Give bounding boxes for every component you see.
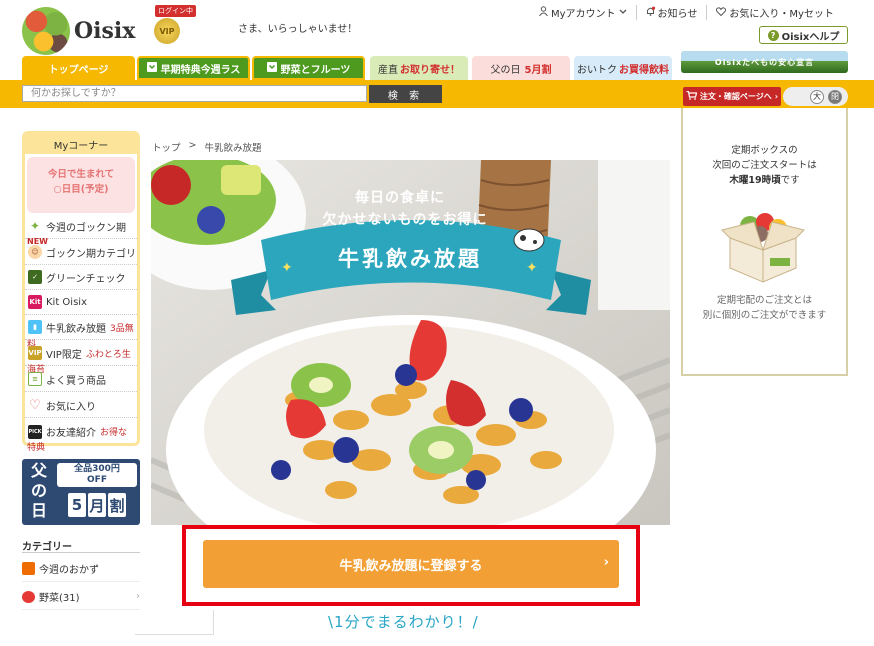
baby-icon: ☺ xyxy=(28,245,42,259)
tab-early-bonus[interactable]: 早期特典今週ラス xyxy=(137,56,250,80)
tab-local-direct[interactable]: 産直 お取り寄せ！ xyxy=(370,56,468,80)
sidebar-item-milk-plan[interactable]: ▮ 牛乳飲み放題 3品無 xyxy=(25,315,137,340)
vip-icon: VIP xyxy=(28,346,42,360)
one-minute-guide-heading: \1分でまるわかり！/ xyxy=(328,613,479,631)
sidebar-item-green-check[interactable]: ✓ グリーンチェック xyxy=(25,265,137,290)
regular-box-notice: 定期ボックスの 次回のご注文スタートは 木曜19時頃です xyxy=(712,145,817,186)
sidebar-item-gokkun-week[interactable]: ✦ 今週のゴックン期 xyxy=(25,214,137,239)
hero-subtitle-line2: 欠かせないものをお得に xyxy=(322,212,488,228)
chevron-down-icon xyxy=(266,61,277,75)
logo-text: Oisix xyxy=(74,18,136,44)
tab-fathers-day[interactable]: 父の日 5月割 xyxy=(472,56,570,80)
kit-icon: Kit xyxy=(28,295,42,309)
notifications-link[interactable]: お知らせ xyxy=(635,5,707,20)
breadcrumb-separator: > xyxy=(188,140,197,151)
vegetable-logo-icon xyxy=(22,7,70,55)
heart-icon: ♡ xyxy=(29,397,41,413)
sidebar-item-frequent[interactable]: ≡ よく買う商品 xyxy=(25,367,137,392)
hero-subtitle-line1: 毎日の食卓に xyxy=(355,190,445,206)
sidebar-item-friend-referral-tail: 特典 xyxy=(27,443,46,453)
login-status-badge: ログイン中 xyxy=(155,5,196,17)
oisix-logo[interactable]: Oisix xyxy=(22,6,137,56)
dish-icon xyxy=(22,562,35,575)
sidebar-item-kit-oisix[interactable]: Kit Kit Oisix xyxy=(25,290,137,315)
breadcrumb-current: 牛乳飲み放題 xyxy=(204,143,262,154)
favorites-link[interactable]: お気に入り・Myセット xyxy=(706,5,843,20)
breadcrumb: トップ > 牛乳飲み放題 xyxy=(152,140,262,154)
hero-title: 牛乳飲み放題 xyxy=(338,247,482,271)
individual-order-notice: 定期宅配のご注文とは 別に個別のご注文ができます xyxy=(702,295,827,321)
breadcrumb-home-link[interactable]: トップ xyxy=(152,140,181,154)
fathers-day-sale: 全品300円 OFF xyxy=(57,463,137,487)
svg-text:✦: ✦ xyxy=(526,260,538,276)
fathers-day-label: 父の日 xyxy=(30,461,47,520)
milk-icon: ▮ xyxy=(28,320,42,334)
chevron-down-icon xyxy=(146,61,157,75)
category-item-weekly-dishes[interactable]: 今週のおかず xyxy=(22,556,140,582)
chevron-down-icon xyxy=(619,7,627,18)
tab-top-page[interactable]: トップページ xyxy=(22,56,135,80)
svg-text:✦: ✦ xyxy=(281,260,293,276)
category-item-vegetables[interactable]: 野菜(31) › xyxy=(22,584,140,610)
safety-declaration-banner[interactable]: Oisixたべもの安心宣言 xyxy=(681,51,848,73)
cart-icon xyxy=(686,90,698,102)
list-icon: ≡ xyxy=(28,372,42,386)
search-input[interactable] xyxy=(22,85,367,102)
vegetable-box-icon xyxy=(720,208,806,284)
category-title: カテゴリー xyxy=(22,542,72,553)
heart-icon xyxy=(716,6,727,19)
my-corner-title: Myコーナー xyxy=(25,134,137,154)
font-size-close-button[interactable]: 閉 xyxy=(828,89,842,104)
pickup-icon: PICK xyxy=(28,424,42,439)
register-milk-plan-button[interactable]: 牛乳飲み放題に登録する › xyxy=(203,540,619,588)
fathers-day-month: 5 月 割 xyxy=(57,490,137,520)
vip-badge: VIP xyxy=(154,18,180,44)
divider xyxy=(22,552,140,553)
chevron-right-icon: › xyxy=(774,92,779,101)
tomato-icon xyxy=(22,590,35,603)
question-icon: ? xyxy=(767,29,779,41)
font-size-large-button[interactable]: 大 xyxy=(810,89,824,104)
tab-vegetables-fruits[interactable]: 野菜とフルーツ xyxy=(252,56,365,80)
chevron-right-icon: › xyxy=(136,591,140,602)
baby-age-box: 今日で生まれて ○日目(予定) xyxy=(27,157,135,213)
bell-icon xyxy=(646,6,655,19)
header-links: Myアカウント お知らせ お気に入り・Myセット xyxy=(530,5,843,20)
greeting-text: さま、いらっしゃいませ！ xyxy=(238,24,358,35)
font-size-control: 大 閉 xyxy=(783,87,848,106)
tab-oitoku[interactable]: おいトク お買得飲料 xyxy=(574,56,672,80)
search-button[interactable]: 検 索 xyxy=(369,85,442,103)
sidebar-item-gokkun-category[interactable]: ☺ ゴックン期カテゴリ xyxy=(25,240,137,265)
person-icon xyxy=(539,6,548,19)
order-confirm-button[interactable]: 注文・確認ページへ › xyxy=(683,87,781,106)
my-account-link[interactable]: Myアカウント xyxy=(530,5,636,20)
divider xyxy=(135,610,214,635)
chevron-right-icon: › xyxy=(603,555,609,570)
oisix-help-button[interactable]: ? Oisixヘルプ xyxy=(759,26,848,44)
sparkle-icon: ✦ xyxy=(29,219,41,233)
sidebar-item-favorites[interactable]: ♡ お気に入り xyxy=(25,393,137,418)
check-icon: ✓ xyxy=(28,270,42,284)
